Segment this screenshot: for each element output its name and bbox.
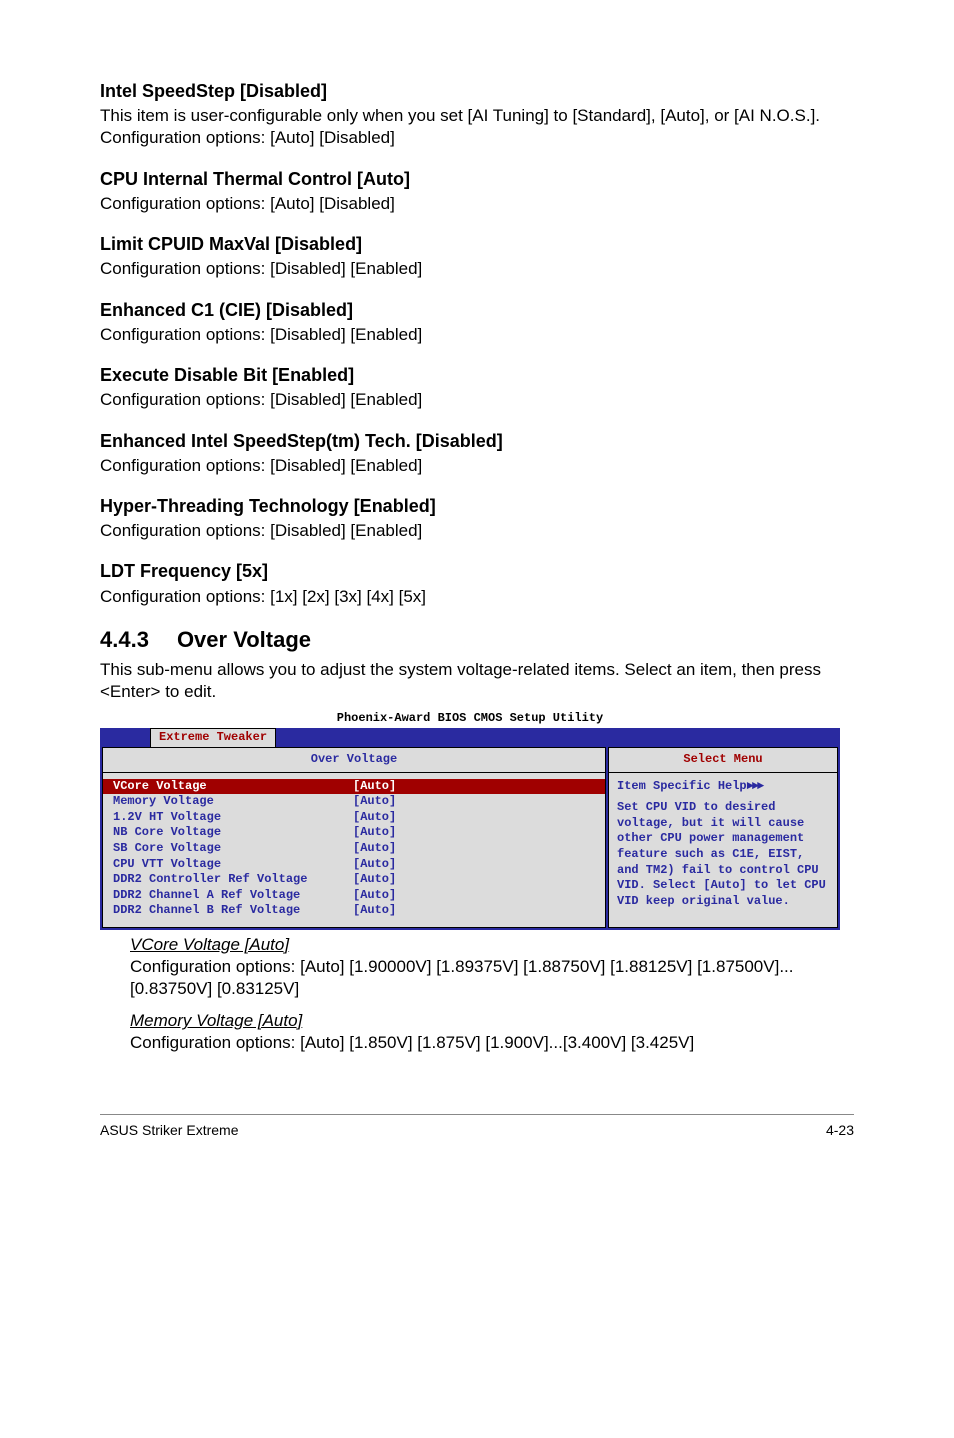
bios-row-value: [Auto] [353,841,396,857]
footer-right: 4-23 [826,1121,854,1139]
bios-help-title-text: Item Specific Help [617,779,747,793]
section-3: Enhanced C1 (CIE) [Disabled] Configurati… [100,299,854,346]
bios-right-pane: Select Menu Item Specific Help►►► Set CP… [608,747,838,928]
bios-row[interactable]: CPU VTT Voltage [Auto] [113,857,595,873]
section-0: Intel SpeedStep [Disabled] This item is … [100,80,854,150]
bios-row-label: Memory Voltage [113,794,353,810]
bios-row-selected[interactable]: VCore Voltage [Auto] [103,779,605,795]
section-body: Configuration options: [Disabled] [Enabl… [100,520,854,542]
section-title: LDT Frequency [5x] [100,560,854,583]
bios-left-body: VCore Voltage [Auto] Memory Voltage [Aut… [103,773,605,927]
section-body: Configuration options: [Disabled] [Enabl… [100,455,854,477]
under-item-body: Configuration options: [Auto] [1.850V] [… [130,1032,854,1054]
bios-row-label: CPU VTT Voltage [113,857,353,873]
bios-row-label: DDR2 Channel B Ref Voltage [113,903,353,919]
bios-tab[interactable]: Extreme Tweaker [150,728,276,747]
bios-right-header: Select Menu [609,748,837,773]
subsection-number: 4.4.3 [100,626,149,655]
bios-row[interactable]: NB Core Voltage [Auto] [113,825,595,841]
bios-row-label: DDR2 Controller Ref Voltage [113,872,353,888]
bios-row-value: [Auto] [353,903,396,919]
bios-row-value: [Auto] [353,794,396,810]
under-item-body: Configuration options: [Auto] [1.90000V]… [130,956,854,1000]
subsection-title: Over Voltage [177,627,311,652]
section-6: Hyper-Threading Technology [Enabled] Con… [100,495,854,542]
footer-divider [100,1114,854,1115]
section-title: Execute Disable Bit [Enabled] [100,364,854,387]
subsection-body: This sub-menu allows you to adjust the s… [100,659,854,703]
under-item-title: Memory Voltage [Auto] [130,1010,854,1032]
bios-row[interactable]: DDR2 Channel A Ref Voltage [Auto] [113,888,595,904]
section-body: Configuration options: [Auto] [Disabled] [100,193,854,215]
section-1: CPU Internal Thermal Control [Auto] Conf… [100,168,854,215]
bios-row[interactable]: DDR2 Channel B Ref Voltage [Auto] [113,903,595,919]
bios-row[interactable]: Memory Voltage [Auto] [113,794,595,810]
subsection-heading: 4.4.3 Over Voltage [100,626,854,655]
section-4: Execute Disable Bit [Enabled] Configurat… [100,364,854,411]
section-body: Configuration options: [Disabled] [Enabl… [100,389,854,411]
page-footer: ASUS Striker Extreme 4-23 [100,1121,854,1139]
config-sections: Intel SpeedStep [Disabled] This item is … [100,80,854,608]
bios-left-header: Over Voltage [103,748,605,773]
bios-row-label: DDR2 Channel A Ref Voltage [113,888,353,904]
bios-row-value: [Auto] [353,888,396,904]
section-body: Configuration options: [Disabled] [Enabl… [100,258,854,280]
bios-help-title: Item Specific Help►►► [617,779,829,795]
section-title: CPU Internal Thermal Control [Auto] [100,168,854,191]
bios-title: Phoenix-Award BIOS CMOS Setup Utility [100,709,840,729]
bios-row-label: SB Core Voltage [113,841,353,857]
bios-row-value: [Auto] [353,779,396,795]
bios-main: Over Voltage VCore Voltage [Auto] Memory… [100,747,840,930]
bios-row[interactable]: SB Core Voltage [Auto] [113,841,595,857]
bios-row-label: NB Core Voltage [113,825,353,841]
bios-tab-row: Extreme Tweaker [100,728,840,747]
bios-row-value: [Auto] [353,810,396,826]
footer-left: ASUS Striker Extreme [100,1121,238,1139]
bios-right-body: Item Specific Help►►► Set CPU VID to des… [609,773,837,918]
section-title: Intel SpeedStep [Disabled] [100,80,854,103]
under-item-title: VCore Voltage [Auto] [130,934,854,956]
section-body: Configuration options: [Disabled] [Enabl… [100,324,854,346]
under-bios-items: VCore Voltage [Auto] Configuration optio… [130,934,854,1054]
section-title: Enhanced Intel SpeedStep(tm) Tech. [Disa… [100,430,854,453]
section-2: Limit CPUID MaxVal [Disabled] Configurat… [100,233,854,280]
section-body: Configuration options: [1x] [2x] [3x] [4… [100,586,854,608]
section-title: Enhanced C1 (CIE) [Disabled] [100,299,854,322]
section-title: Limit CPUID MaxVal [Disabled] [100,233,854,256]
section-7: LDT Frequency [5x] Configuration options… [100,560,854,607]
bios-row-value: [Auto] [353,825,396,841]
right-arrows-icon: ►►► [747,779,763,793]
bios-row[interactable]: DDR2 Controller Ref Voltage [Auto] [113,872,595,888]
bios-row-label: VCore Voltage [113,779,353,795]
section-body: This item is user-configurable only when… [100,105,854,149]
section-title: Hyper-Threading Technology [Enabled] [100,495,854,518]
bios-screenshot: Phoenix-Award BIOS CMOS Setup Utility Ex… [100,709,840,930]
bios-row-value: [Auto] [353,857,396,873]
bios-row-label: 1.2V HT Voltage [113,810,353,826]
bios-left-pane: Over Voltage VCore Voltage [Auto] Memory… [102,747,606,928]
bios-row[interactable]: 1.2V HT Voltage [Auto] [113,810,595,826]
section-5: Enhanced Intel SpeedStep(tm) Tech. [Disa… [100,430,854,477]
bios-help-body: Set CPU VID to desired voltage, but it w… [617,800,829,909]
bios-row-value: [Auto] [353,872,396,888]
